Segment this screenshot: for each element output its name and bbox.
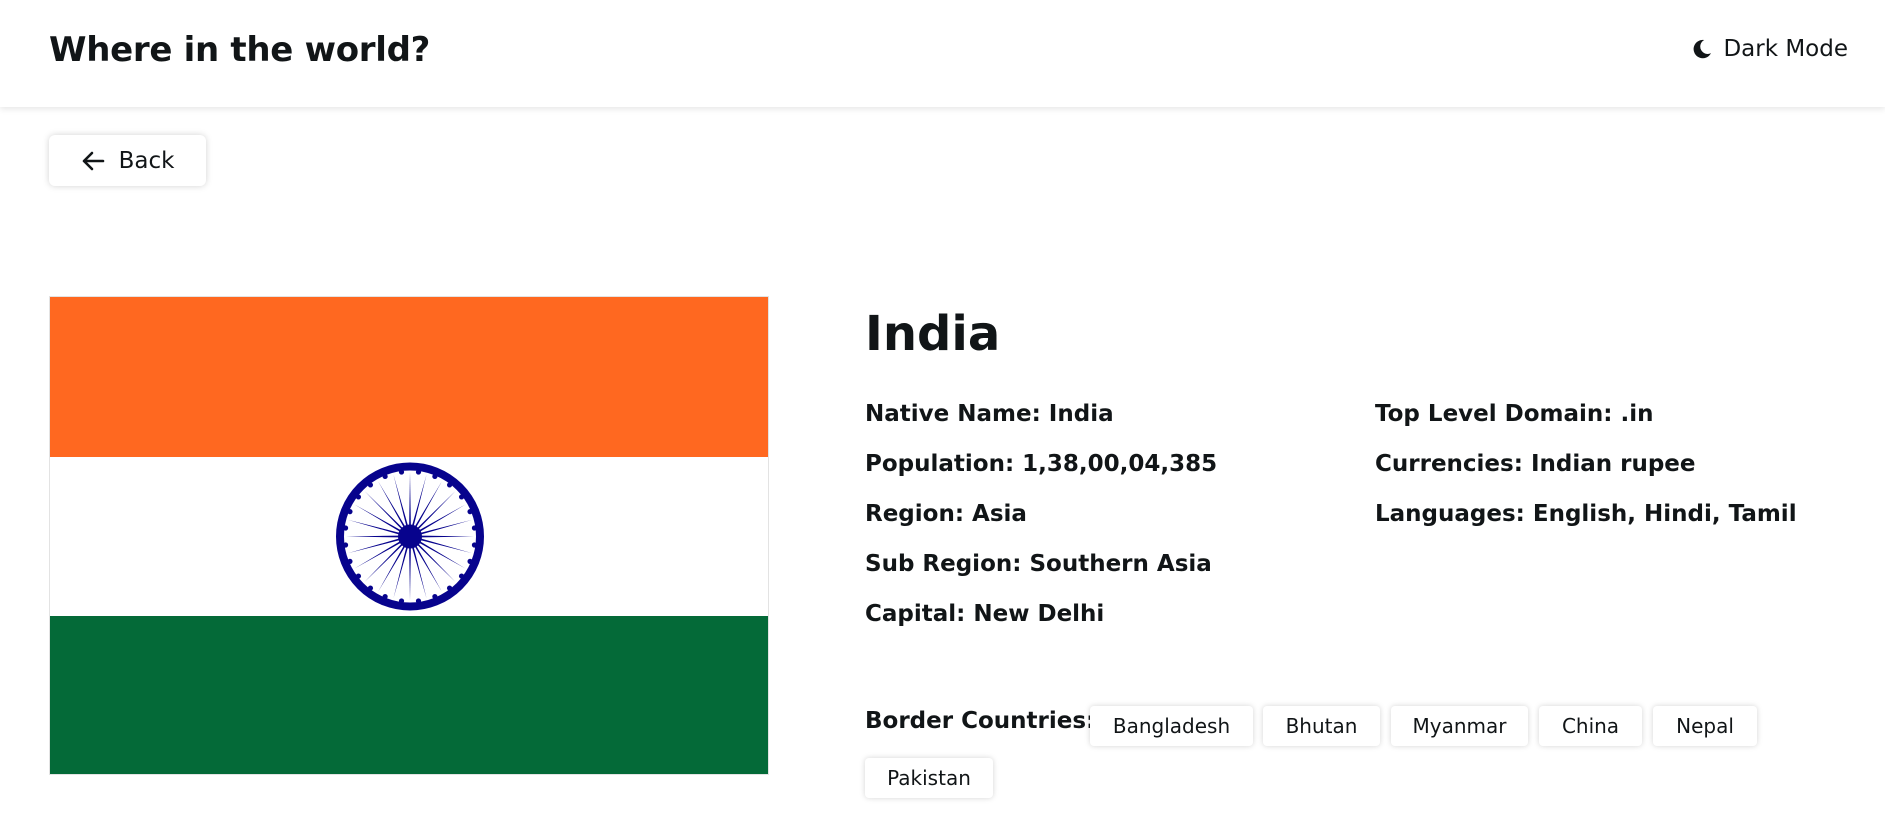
- detail-value: New Delhi: [973, 601, 1105, 627]
- app-title: Where in the world?: [49, 30, 431, 70]
- border-country-chip[interactable]: Pakistan: [865, 758, 993, 798]
- country-name: India: [865, 306, 1001, 362]
- dark-mode-toggle[interactable]: Dark Mode: [1691, 36, 1848, 62]
- detail-population: Population: 1,38,00,04,385: [865, 451, 1217, 501]
- detail-languages: Languages: English, Hindi, Tamil: [1375, 501, 1797, 551]
- app-header: Where in the world? Dark Mode: [0, 0, 1885, 107]
- back-button-label: Back: [118, 147, 175, 174]
- detail-label: Currencies:: [1375, 451, 1523, 477]
- detail-value: Asia: [972, 501, 1027, 527]
- country-flag: [49, 296, 769, 775]
- detail-label: Top Level Domain:: [1375, 401, 1613, 427]
- detail-label: Population:: [865, 451, 1015, 477]
- details-primary: Native Name: India Population: 1,38,00,0…: [865, 401, 1217, 651]
- border-country-chip[interactable]: Bhutan: [1263, 706, 1380, 746]
- detail-value: Southern Asia: [1029, 551, 1212, 577]
- detail-value: India: [1048, 401, 1114, 427]
- arrow-left-icon: [81, 150, 105, 172]
- detail-top-level-domain: Top Level Domain: .in: [1375, 401, 1797, 451]
- details-secondary: Top Level Domain: .in Currencies: Indian…: [1375, 401, 1797, 551]
- detail-currencies: Currencies: Indian rupee: [1375, 451, 1797, 501]
- moon-icon: [1691, 38, 1713, 60]
- border-country-chip[interactable]: Myanmar: [1391, 706, 1528, 746]
- detail-value: English, Hindi, Tamil: [1532, 501, 1797, 527]
- detail-value: 1,38,00,04,385: [1022, 451, 1218, 477]
- border-country-chip[interactable]: Bangladesh: [1090, 706, 1253, 746]
- dark-mode-label: Dark Mode: [1723, 36, 1848, 62]
- detail-label: Languages:: [1375, 501, 1525, 527]
- detail-native-name: Native Name: India: [865, 401, 1217, 451]
- detail-region: Region: Asia: [865, 501, 1217, 551]
- detail-capital: Capital: New Delhi: [865, 601, 1217, 651]
- detail-label: Region:: [865, 501, 965, 527]
- border-country-chip[interactable]: Nepal: [1653, 706, 1757, 746]
- border-countries-label: Border Countries:: [865, 708, 1096, 734]
- border-country-chip[interactable]: China: [1539, 706, 1642, 746]
- detail-sub-region: Sub Region: Southern Asia: [865, 551, 1217, 601]
- detail-label: Native Name:: [865, 401, 1041, 427]
- detail-label: Capital:: [865, 601, 966, 627]
- detail-label: Sub Region:: [865, 551, 1022, 577]
- flag-saffron-band: [50, 297, 768, 457]
- ashoka-chakra-icon: [336, 462, 484, 611]
- flag-green-band: [50, 616, 768, 774]
- detail-value: Indian rupee: [1530, 451, 1696, 477]
- detail-value: .in: [1620, 401, 1654, 427]
- back-button[interactable]: Back: [49, 135, 206, 186]
